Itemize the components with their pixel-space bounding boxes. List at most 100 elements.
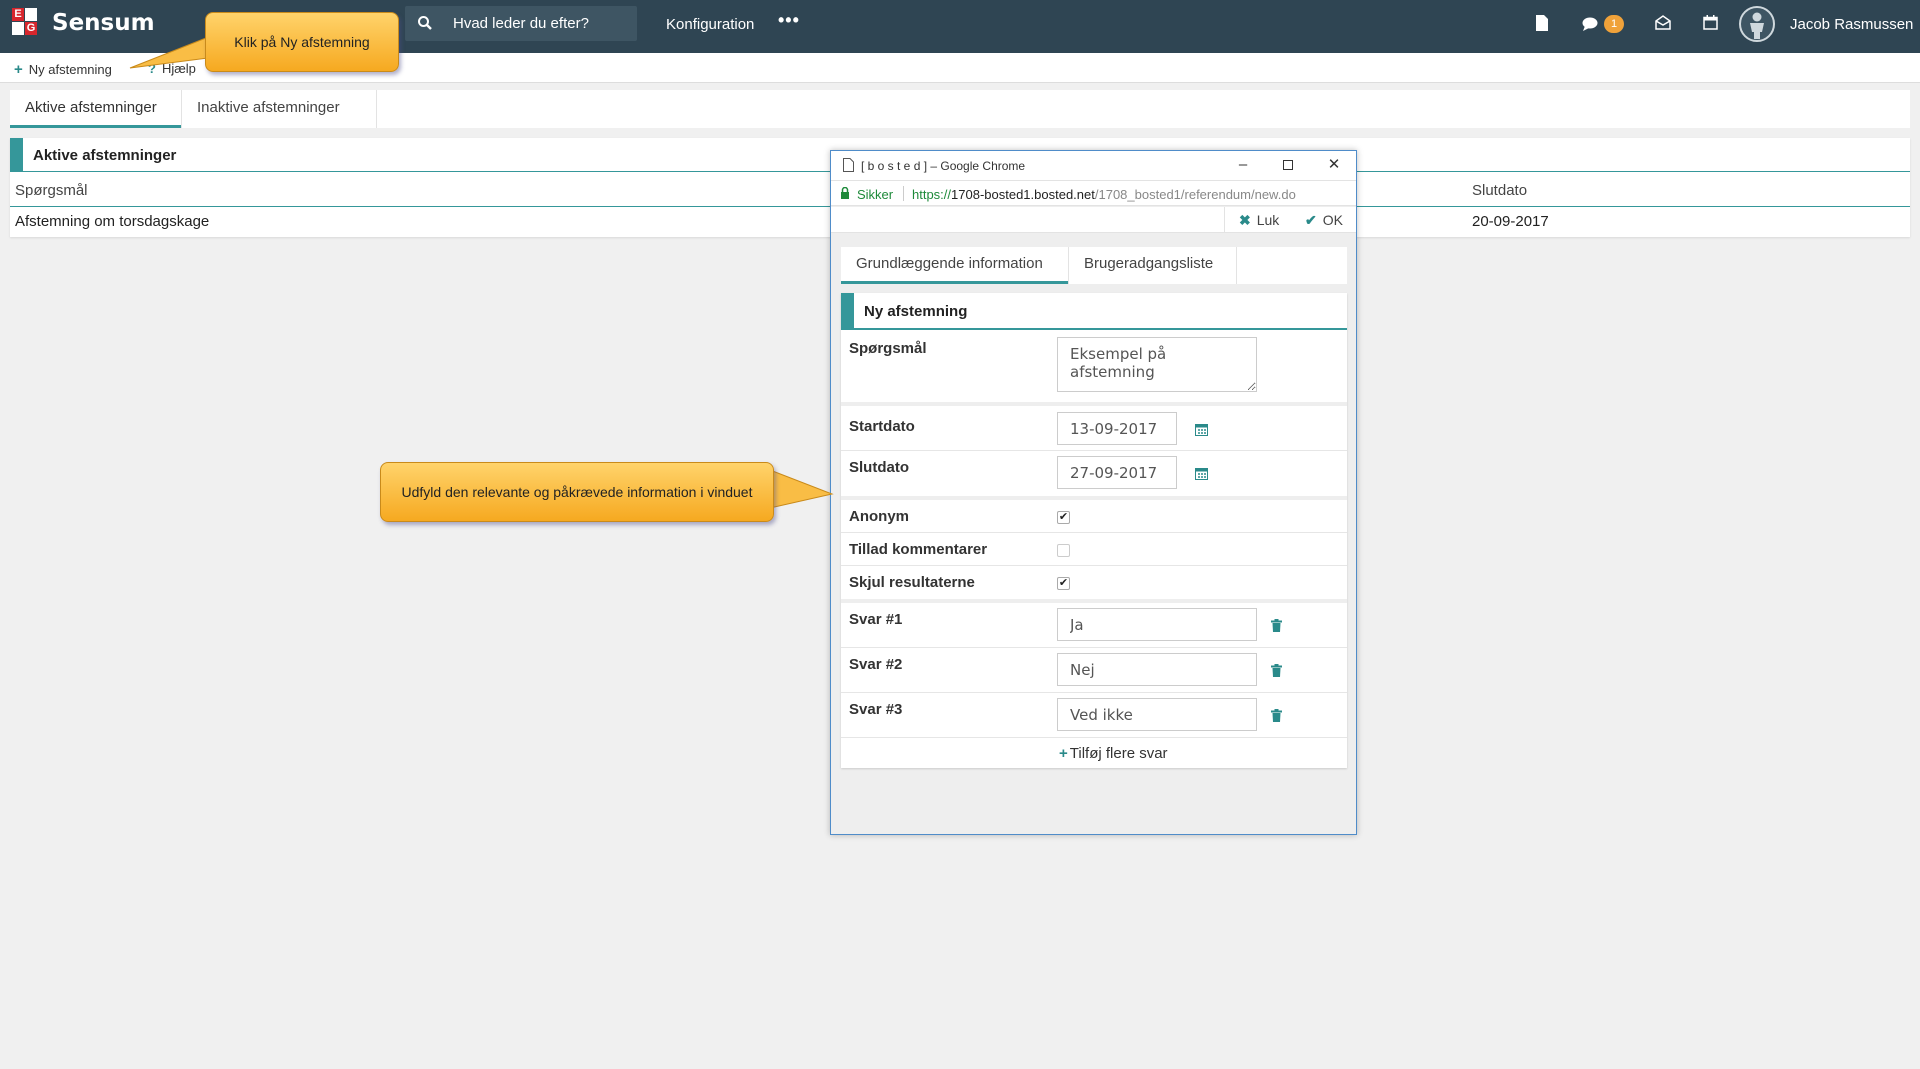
hide-results-label: Skjul resultaterne: [849, 574, 975, 591]
column-header-end-date[interactable]: Slutdato: [1472, 182, 1527, 199]
tab-divider: [1236, 247, 1237, 284]
help-label: Hjælp: [161, 61, 196, 76]
accent-bar: [10, 138, 23, 172]
mail-icon[interactable]: [1655, 15, 1671, 30]
user-avatar[interactable]: [1739, 6, 1775, 42]
calendar-picker-icon[interactable]: [1195, 467, 1208, 480]
maximize-icon[interactable]: [1278, 155, 1298, 175]
start-date-row: Startdato: [841, 406, 1347, 451]
popup-url[interactable]: https://1708-bosted1.bosted.net/1708_bos…: [912, 187, 1296, 202]
answer-label: Svar #3: [849, 701, 903, 718]
add-more-answers-button[interactable]: + Tilføj flere svar: [1059, 745, 1168, 762]
search-icon: [418, 16, 432, 30]
url-scheme: https://: [912, 187, 952, 202]
close-button[interactable]: ✖ Luk: [1239, 212, 1279, 229]
start-date-input[interactable]: [1057, 412, 1177, 445]
comments-row: Tillad kommentarer: [841, 533, 1347, 566]
question-input[interactable]: Eksempel på afstemning: [1057, 337, 1257, 392]
check-icon: ✔: [1305, 212, 1317, 228]
calendar-picker-icon[interactable]: [1195, 423, 1208, 436]
user-silhouette-icon: [1750, 12, 1764, 39]
trash-icon[interactable]: [1271, 709, 1282, 722]
close-label: Luk: [1256, 212, 1280, 228]
tab-basic-information[interactable]: Grundlæggende information: [841, 247, 1068, 284]
answer-label: Svar #2: [849, 656, 903, 673]
search-input[interactable]: [453, 6, 633, 41]
anonymous-checkbox[interactable]: ✔: [1057, 511, 1070, 524]
brand-name: Sensum: [52, 10, 155, 36]
close-icon: ✖: [1239, 212, 1251, 228]
popup-title-bar: [ b o s t e d ] – Google Chrome – ✕: [831, 151, 1356, 180]
answer-input[interactable]: [1057, 698, 1257, 731]
form-title: Ny afstemning: [864, 303, 968, 320]
close-window-icon[interactable]: ✕: [1324, 155, 1344, 175]
anonymous-row: Anonym ✔: [841, 500, 1347, 533]
eg-logo[interactable]: E G: [12, 8, 39, 38]
help-button[interactable]: ? Hjælp: [148, 61, 196, 76]
comments-label: Tillad kommentarer: [849, 541, 988, 558]
logo-letter-g: G: [25, 22, 37, 35]
url-divider: [903, 186, 904, 201]
document-icon[interactable]: [1535, 15, 1549, 31]
new-vote-label: Ny afstemning: [28, 62, 112, 77]
popup-toolbar: ✖ Luk ✔ OK: [831, 207, 1356, 233]
page-icon: [843, 158, 854, 172]
question-icon: ?: [148, 61, 156, 76]
chat-icon[interactable]: [1582, 17, 1598, 31]
new-vote-form: Ny afstemning Spørgsmål Eksempel på afst…: [841, 293, 1347, 768]
plus-icon: +: [1059, 745, 1068, 762]
logo-white-square: [12, 22, 24, 35]
accent-bar: [841, 293, 854, 330]
nav-konfiguration[interactable]: Konfiguration: [666, 16, 754, 33]
new-vote-button[interactable]: + Ny afstemning: [14, 61, 112, 78]
secure-label: Sikker: [857, 187, 894, 202]
hide-results-checkbox[interactable]: ✔: [1057, 577, 1070, 590]
global-search[interactable]: [405, 6, 637, 41]
answer-label: Svar #1: [849, 611, 903, 628]
popup-window-title: [ b o s t e d ] – Google Chrome: [861, 159, 1026, 173]
answer-row: Svar #2: [841, 648, 1347, 693]
hide-results-row: Skjul resultaterne ✔: [841, 566, 1347, 603]
minimize-icon[interactable]: –: [1233, 155, 1253, 175]
tab-user-access-list[interactable]: Brugeradgangsliste: [1069, 247, 1236, 284]
more-menu-icon[interactable]: •••: [778, 10, 800, 31]
cell-end-date[interactable]: 20-09-2017: [1472, 213, 1549, 230]
vote-tabs: Aktive afstemninger Inaktive afstemninge…: [10, 90, 1910, 128]
question-label: Spørgsmål: [849, 340, 927, 357]
calendar-icon[interactable]: [1703, 15, 1718, 30]
tab-inactive-votes[interactable]: Inaktive afstemninger: [182, 90, 376, 128]
callout-new-vote: Klik på Ny afstemning: [205, 12, 399, 72]
ok-button[interactable]: ✔ OK: [1305, 212, 1343, 229]
trash-icon[interactable]: [1271, 619, 1282, 632]
cell-question[interactable]: Afstemning om torsdagskage: [15, 213, 209, 230]
logo-letter-e: E: [12, 8, 24, 21]
popup-tabs: Grundlæggende information Brugeradgangsl…: [841, 247, 1347, 284]
end-date-input[interactable]: [1057, 456, 1177, 489]
end-date-label: Slutdato: [849, 459, 909, 476]
answer-row: Svar #1: [841, 603, 1347, 648]
tab-active-votes[interactable]: Aktive afstemninger: [10, 90, 181, 128]
answer-input[interactable]: [1057, 653, 1257, 686]
column-header-question[interactable]: Spørgsmål: [15, 182, 88, 199]
anonymous-label: Anonym: [849, 508, 909, 525]
user-name[interactable]: Jacob Rasmussen: [1790, 16, 1913, 33]
add-more-label: Tilføj flere svar: [1069, 745, 1168, 762]
lock-icon: [841, 187, 849, 199]
plus-icon: +: [14, 61, 23, 78]
add-more-row: + Tilføj flere svar: [841, 738, 1347, 768]
new-vote-popup-window: [ b o s t e d ] – Google Chrome – ✕ Sikk…: [830, 150, 1357, 835]
logo-white-square: [25, 8, 37, 21]
notification-badge[interactable]: 1: [1604, 15, 1624, 33]
answer-input[interactable]: [1057, 608, 1257, 641]
start-date-label: Startdato: [849, 418, 915, 435]
question-row: Spørgsmål Eksempel på afstemning: [841, 332, 1347, 406]
comments-checkbox[interactable]: [1057, 544, 1070, 557]
answer-row: Svar #3: [841, 693, 1347, 738]
end-date-row: Slutdato: [841, 451, 1347, 500]
toolbar-divider: [1224, 207, 1225, 233]
ok-label: OK: [1322, 212, 1343, 228]
url-path: /1708_bosted1/referendum/new.do: [1094, 187, 1296, 202]
form-header: Ny afstemning: [841, 293, 1347, 330]
popup-address-bar[interactable]: Sikker https://1708-bosted1.bosted.net/1…: [831, 180, 1356, 206]
trash-icon[interactable]: [1271, 664, 1282, 677]
